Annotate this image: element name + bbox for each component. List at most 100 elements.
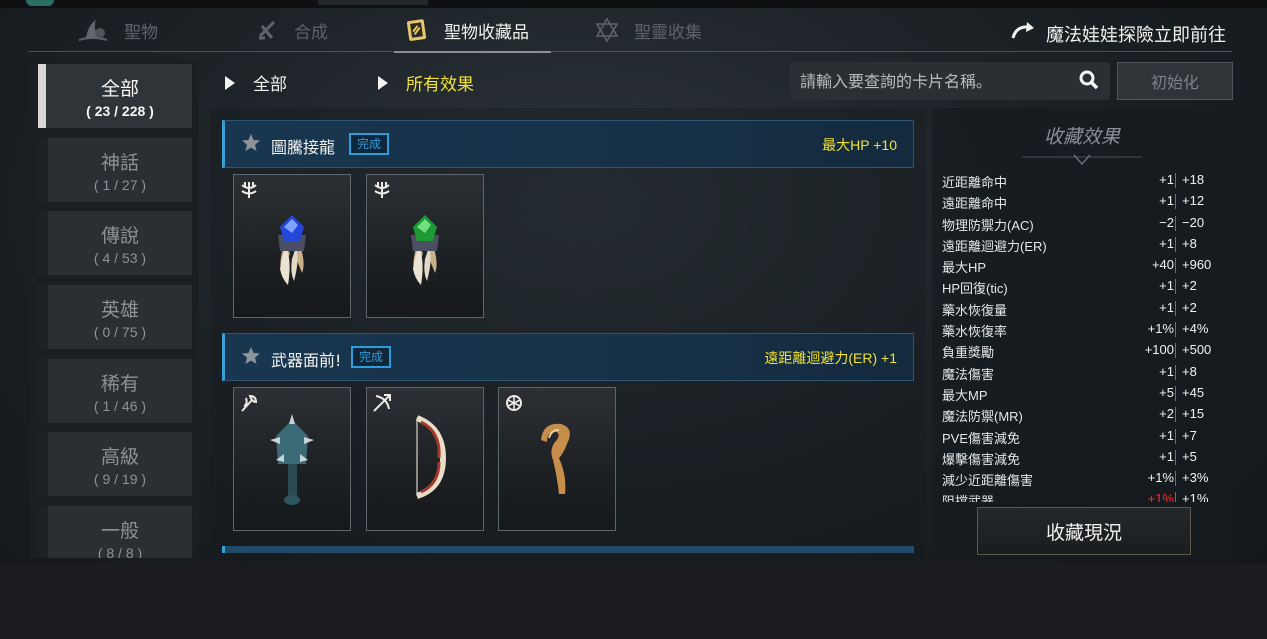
triangle-icon (378, 75, 388, 90)
filter-effect-label: 所有效果 (406, 75, 474, 95)
stat-row: 阻擋武器 +1% +1% (942, 489, 1226, 502)
category-count: ( 9 / 19 ) (93, 471, 147, 487)
tab-synthesis[interactable]: 合成 (256, 8, 328, 52)
stat-per-set: −2 (1159, 214, 1174, 230)
filter-category[interactable]: 全部 (225, 70, 287, 95)
category-indicator (38, 285, 48, 349)
relic-card[interactable] (233, 387, 351, 531)
relic-card[interactable] (366, 387, 484, 531)
collection-status-button[interactable]: 收藏現況 (977, 507, 1191, 555)
stat-row: 近距離命中 +1 +18 (942, 170, 1226, 191)
totem-icon (238, 179, 260, 205)
category-name: 神話 (100, 152, 139, 174)
stat-per-set: +1 (1159, 448, 1174, 464)
group-effect: 遠距離迴避力(ER) +1 (764, 350, 897, 366)
filter-category-label: 全部 (253, 75, 287, 95)
category-common[interactable]: 一般 ( 8 / 8 ) (38, 506, 192, 558)
relic-card[interactable] (498, 387, 616, 531)
stat-total: +960 (1182, 257, 1212, 273)
stat-row: 物理防禦力(AC) −2 −20 (942, 213, 1226, 234)
stat-separator (1175, 407, 1176, 423)
collection-group-header-partial (222, 546, 914, 553)
stat-per-set: +1% (1147, 491, 1174, 502)
stat-per-set: +5 (1159, 384, 1174, 400)
category-count: ( 4 / 53 ) (93, 250, 147, 266)
doll-adventure-link[interactable]: 魔法娃娃探險立即前往 (1010, 20, 1226, 47)
stat-total: +18 (1182, 172, 1205, 187)
complete-badge: 完成 (349, 133, 390, 155)
stat-name: 魔法防禦(MR) (942, 409, 1023, 425)
collection-screen: 聖物 合成 聖物收藏品 聖靈收集 魔法娃娃探險立即前往 全部 (23 / 22… (0, 0, 1267, 639)
stat-total: +45 (1182, 384, 1205, 400)
search-box (790, 62, 1110, 100)
category-sidebar: 全部 ( 23 / 228 ) 神話 ( 1 / 27 ) 傳說 ( 4 / 53 )… (30, 60, 198, 558)
category-count: ( 0 / 75 ) (93, 324, 147, 340)
complete-badge: 完成 (351, 346, 392, 368)
stat-total: +3% (1182, 470, 1209, 486)
category-legend[interactable]: 傳說 ( 4 / 53 ) (38, 211, 192, 275)
stat-separator (1175, 215, 1176, 231)
stat-separator (1175, 364, 1176, 380)
stat-row: 爆擊傷害減免 +1 +5 (942, 447, 1226, 468)
category-count: ( 8 / 8 ) (97, 545, 143, 558)
stat-row: 減少近距離傷害 +1% +3% (942, 468, 1226, 489)
category-advanced[interactable]: 高級 ( 9 / 19 ) (38, 432, 192, 496)
stat-name: 最大HP (942, 260, 987, 276)
stat-separator (1175, 322, 1176, 338)
stat-separator (1175, 492, 1176, 502)
stat-per-set: +1 (1159, 278, 1174, 294)
stat-name: 遠距離命中 (942, 196, 1008, 212)
search-input[interactable] (790, 62, 1070, 100)
stat-row: 遠距離命中 +1 +12 (942, 191, 1226, 212)
stat-per-set: +2 (1159, 406, 1174, 422)
ornament-divider (1022, 154, 1142, 166)
tab-bar: 聖物 合成 聖物收藏品 聖靈收集 魔法娃娃探險立即前往 (28, 8, 1232, 53)
stat-per-set: +1 (1159, 172, 1174, 187)
category-name: 一般 (100, 520, 139, 542)
category-myth[interactable]: 神話 ( 1 / 27 ) (38, 138, 192, 202)
bottom-bar (0, 563, 1267, 639)
stat-total: +12 (1182, 193, 1205, 209)
stat-list[interactable]: 近距離命中 +1 +18 遠距離命中 +1 +12 物理防禦力(AC) −2 −20 遠距離迴避力… (942, 170, 1226, 502)
totem-icon (371, 179, 393, 205)
collection-group-header[interactable]: 圖騰接龍 完成 最大HP +10 (222, 120, 914, 168)
relic-card[interactable] (233, 174, 351, 318)
stat-row: 藥水恢復率 +1% +4% (942, 319, 1226, 340)
category-count: ( 23 / 228 ) (86, 103, 154, 119)
collection-group-header[interactable]: 武器面前! 完成 遠距離迴避力(ER) +1 (222, 333, 914, 381)
category-hero[interactable]: 英雄 ( 0 / 75 ) (38, 285, 192, 349)
synthesis-icon (256, 18, 280, 42)
category-name: 英雄 (100, 299, 139, 321)
triangle-icon (225, 75, 235, 90)
tab-spirit-collection[interactable]: 聖靈收集 (594, 8, 702, 52)
search-icon[interactable] (1078, 69, 1100, 95)
hat-icon (76, 17, 110, 43)
stat-name: 減少近距離傷害 (942, 473, 1034, 489)
star-icon[interactable] (241, 346, 261, 370)
category-name: 稀有 (100, 373, 139, 395)
stat-total: +500 (1182, 342, 1212, 358)
tab-synthesis-label: 合成 (294, 22, 328, 43)
stat-row: 最大HP +40 +960 (942, 255, 1226, 276)
stat-per-set: +1 (1159, 363, 1174, 379)
tab-relic[interactable]: 聖物 (76, 8, 158, 52)
stat-separator (1175, 449, 1176, 465)
category-rare[interactable]: 稀有 ( 1 / 46 ) (38, 359, 192, 423)
bow-icon (371, 392, 393, 418)
stat-name: 近距離命中 (942, 175, 1008, 190)
stat-per-set: +1 (1159, 235, 1174, 251)
tab-relic-collection[interactable]: 聖物收藏品 (394, 8, 551, 53)
star-icon[interactable] (241, 133, 261, 157)
relic-card[interactable] (366, 174, 484, 318)
filter-effect[interactable]: 所有效果 (378, 70, 474, 95)
category-name: 傳說 (100, 225, 139, 247)
stat-per-set: +1 (1159, 299, 1174, 315)
stat-per-set: +100 (1144, 342, 1174, 358)
stat-name: HP回復(tic) (942, 281, 1008, 297)
curved-arrow-icon (1010, 20, 1036, 47)
reset-button[interactable]: 初始化 (1117, 62, 1233, 100)
category-all[interactable]: 全部 ( 23 / 228 ) (38, 64, 192, 128)
group-effect: 最大HP +10 (822, 137, 897, 153)
stat-separator (1175, 385, 1176, 401)
category-indicator (38, 359, 48, 423)
